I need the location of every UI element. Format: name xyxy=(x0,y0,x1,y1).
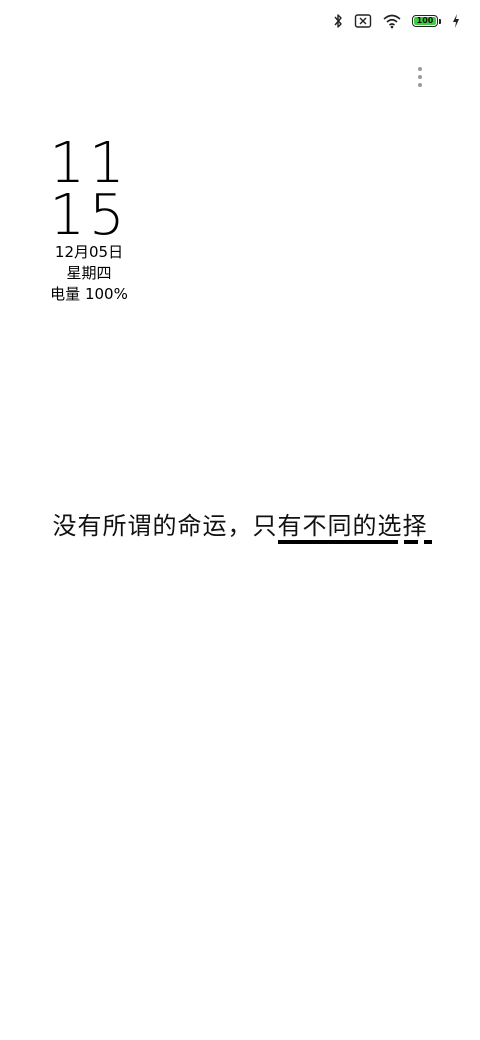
more-options-button[interactable] xyxy=(410,62,430,92)
clock-weekday: 星期四 xyxy=(66,264,112,282)
battery-level: 100 xyxy=(414,17,436,25)
bluetooth-icon xyxy=(332,13,344,29)
clock-widget[interactable]: 11 15 12月05日 星期四 电量 100% xyxy=(44,136,134,305)
charging-icon xyxy=(452,14,460,28)
clock-battery-text: 电量 100% xyxy=(50,285,128,303)
quote-underline xyxy=(278,540,432,544)
wifi-icon xyxy=(382,13,402,29)
signature-quote: 没有所谓的命运，只有不同的选择 xyxy=(52,512,428,540)
clock-date: 12月05日 xyxy=(54,243,124,261)
more-vertical-icon xyxy=(418,67,422,71)
battery-icon: 100 xyxy=(412,14,442,28)
clock-minute: 15 xyxy=(49,183,129,248)
no-sim-icon xyxy=(354,13,372,29)
status-bar: 100 xyxy=(332,8,460,34)
